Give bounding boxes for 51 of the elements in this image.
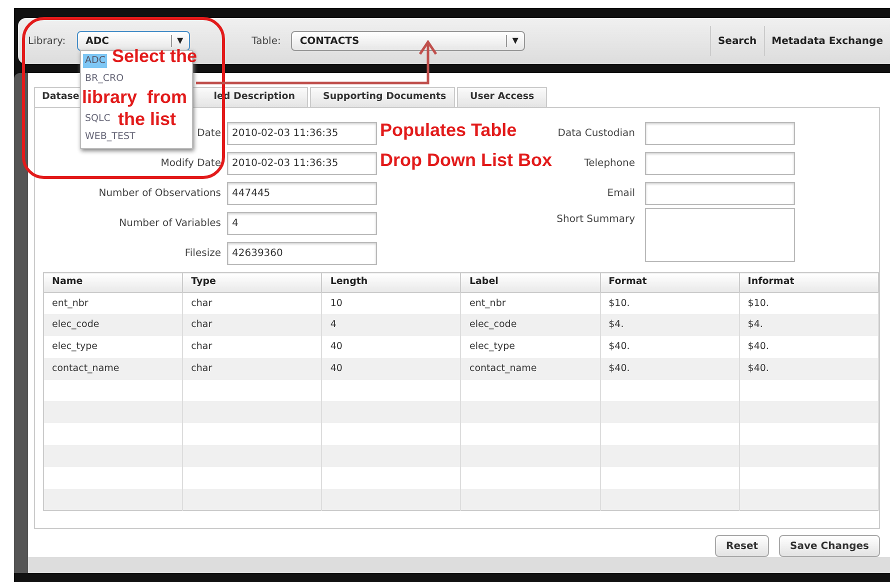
dropdown-option[interactable]: BR_CRO <box>83 72 126 86</box>
column-header: Informat <box>739 272 878 292</box>
table-cell: elec_code <box>44 314 183 336</box>
field-label: Date <box>197 128 221 138</box>
table-cell: char <box>182 314 322 336</box>
text-field[interactable]: 2010-02-03 11:36:35 <box>227 122 377 144</box>
column-header: Name <box>44 272 183 292</box>
dropdown-option[interactable]: SQLC <box>83 112 112 126</box>
nav-link[interactable]: Search <box>710 26 764 56</box>
field-label: Filesize <box>184 248 221 258</box>
table-cell: $4. <box>600 314 740 336</box>
field-label: Number of Observations <box>98 188 221 198</box>
column-header: Label <box>460 272 600 292</box>
action-button[interactable]: Reset <box>715 535 770 557</box>
table-cell: elec_code <box>460 314 600 336</box>
field-label: Data Custodian <box>556 126 636 140</box>
library-label: Library: <box>28 34 66 48</box>
dropdown-option[interactable]: WEB_TEST <box>83 130 138 144</box>
text-field[interactable]: 447445 <box>227 182 377 204</box>
table-cell: 4 <box>322 314 461 336</box>
annotation-text: the list <box>118 109 176 129</box>
tab[interactable]: User Access <box>457 87 547 107</box>
text-field[interactable]: 4 <box>227 212 377 234</box>
field-label: Modify Date <box>160 158 221 168</box>
text-field[interactable] <box>645 152 795 174</box>
text-area[interactable] <box>645 208 795 262</box>
table-label: Table: <box>252 34 281 48</box>
dropdown-option[interactable]: ADC <box>83 54 108 68</box>
field-label: Short Summary <box>556 213 636 227</box>
field-label: Email <box>606 186 636 200</box>
tab[interactable]: Supporting Documents <box>310 87 455 107</box>
table-cell: char <box>182 358 322 380</box>
text-field[interactable]: 42639360 <box>227 242 377 264</box>
table-cell: contact_name <box>460 358 600 380</box>
table-cell: $40. <box>739 358 878 380</box>
action-button[interactable]: Save Changes <box>779 535 880 557</box>
annotation-text: Drop Down List Box <box>380 150 552 170</box>
text-field[interactable]: 2010-02-03 11:36:35 <box>227 152 377 174</box>
table-cell: $4. <box>739 314 878 336</box>
table-cell: 40 <box>322 358 461 380</box>
column-header: Type <box>182 272 322 292</box>
nav-link[interactable]: Metadata Exchange <box>764 26 890 56</box>
annotation-text: Populates Table <box>380 120 517 140</box>
table-cell: $40. <box>600 358 740 380</box>
field-label: Number of Variables <box>119 218 221 228</box>
table-dropdown[interactable]: CONTACTS ▼ <box>290 31 525 51</box>
text-field[interactable] <box>645 182 795 204</box>
text-field[interactable] <box>645 122 795 144</box>
column-header: Format <box>600 272 740 292</box>
table-cell: contact_name <box>44 358 183 380</box>
column-header: Length <box>322 272 461 292</box>
